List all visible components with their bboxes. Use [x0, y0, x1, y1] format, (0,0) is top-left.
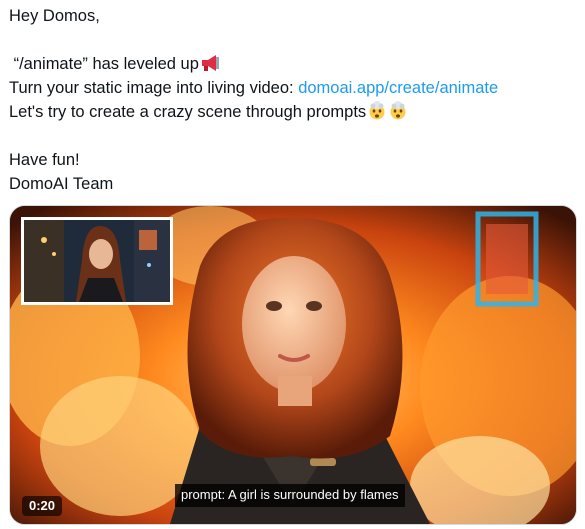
- tweet-text: Hey Domos, “/animate” has leveled up Tur…: [9, 4, 579, 196]
- video-caption: prompt: A girl is surrounded by flames: [175, 484, 405, 507]
- reference-image-thumbnail: [21, 217, 173, 305]
- animate-text: “/animate” has leveled up: [13, 55, 199, 73]
- prompt-text: Let's try to create a crazy scene throug…: [9, 103, 367, 121]
- turn-line: Turn your static image into living video…: [9, 76, 579, 100]
- animate-line: “/animate” has leveled up: [9, 52, 579, 76]
- closing-line: Have fun!: [9, 151, 80, 169]
- animate-link[interactable]: domoai.app/create/animate: [298, 79, 498, 97]
- exploding-head-icon: [367, 100, 387, 127]
- exploding-head-icon: [388, 100, 408, 127]
- greeting-line: Hey Domos,: [9, 7, 100, 25]
- turn-text: Turn your static image into living video…: [9, 79, 299, 97]
- video-duration-badge: 0:20: [22, 496, 63, 516]
- video-player[interactable]: 0:20 prompt: A girl is surrounded by fla…: [9, 205, 577, 525]
- prompt-line: Let's try to create a crazy scene throug…: [9, 100, 579, 124]
- signature-line: DomoAI Team: [9, 175, 114, 193]
